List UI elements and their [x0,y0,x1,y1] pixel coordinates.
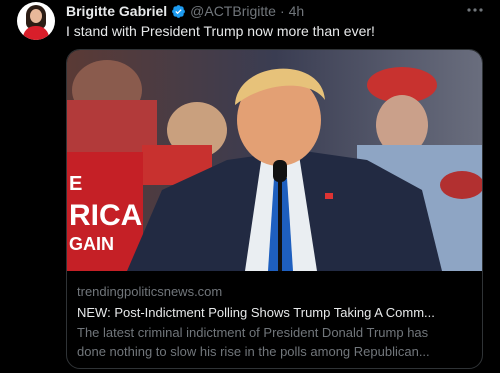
card-image[interactable]: E RICA GAIN [67,50,482,271]
sign-text-3: GAIN [69,234,114,254]
card-title[interactable]: NEW: Post-Indictment Polling Shows Trump… [77,305,477,320]
card-description-line-1: The latest criminal indictment of Presid… [77,325,429,340]
card-description: The latest criminal indictment of Presid… [77,323,477,361]
verified-badge-icon[interactable] [171,4,186,19]
link-card[interactable]: E RICA GAIN trendingpoliticsnews.com NEW… [66,49,483,369]
timestamp[interactable]: 4h [289,3,305,19]
sign-text-2: RICA [69,199,142,232]
more-horizontal-icon[interactable] [466,2,484,18]
card-description-line-2: done nothing to slow his rise in the pol… [77,344,430,359]
tweet-header: Brigitte Gabriel @ACTBrigitte · 4h [66,3,304,19]
author-handle[interactable]: @ACTBrigitte [190,3,276,19]
card-domain[interactable]: trendingpoliticsnews.com [77,284,222,299]
avatar[interactable] [17,2,55,40]
avatar-body [23,26,49,40]
tweet[interactable]: Brigitte Gabriel @ACTBrigitte · 4h I sta… [0,0,500,373]
separator-dot: · [279,3,285,19]
author-name[interactable]: Brigitte Gabriel [66,3,167,19]
sign-text-1: E [69,173,82,195]
tweet-text: I stand with President Trump now more th… [66,23,375,39]
avatar-face [30,9,42,23]
